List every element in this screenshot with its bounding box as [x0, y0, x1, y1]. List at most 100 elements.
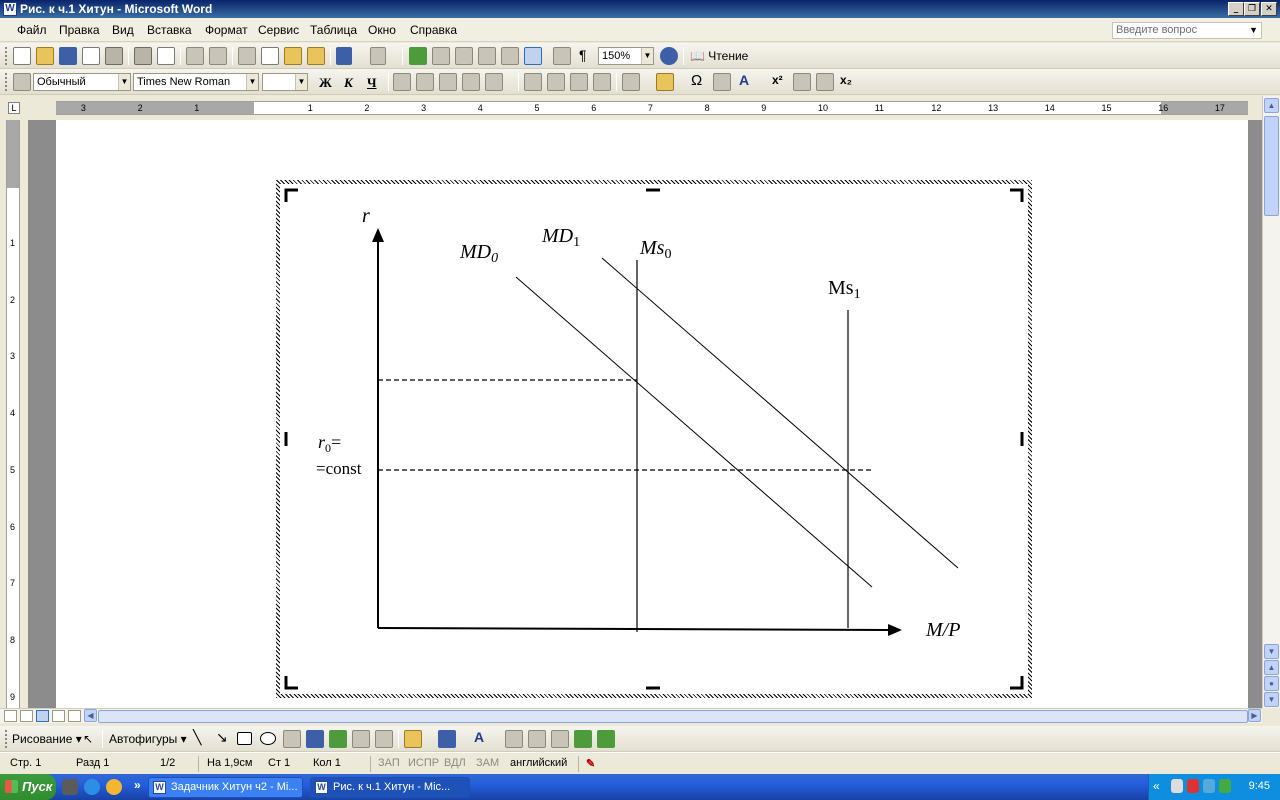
horizontal-scroll-track[interactable] — [98, 710, 1248, 723]
clipart-tool-icon[interactable] — [352, 730, 370, 748]
status-extend[interactable]: ВДЛ — [444, 757, 466, 769]
diagram-tool-icon[interactable] — [329, 730, 347, 748]
desktop-icon[interactable] — [62, 779, 78, 795]
email-icon[interactable] — [105, 47, 123, 65]
network-icon[interactable] — [1203, 779, 1215, 793]
hyperlink-icon[interactable] — [409, 47, 427, 65]
3d-style-icon[interactable] — [597, 730, 615, 748]
previous-page-button[interactable]: ▲ — [1264, 660, 1279, 675]
taskbar-word-document-1[interactable]: W Задачник Хитун ч2 - Mi... — [148, 777, 303, 798]
read-mode-button[interactable]: 📖 Чтение — [690, 49, 748, 63]
show-formatting-icon[interactable]: ¶ — [579, 47, 587, 63]
vertical-scrollbar[interactable]: ▲ ▼ ▲ ● ▼ — [1262, 96, 1280, 708]
document-page[interactable]: r M/P MD0 MD1 Ms0 Ms1 r0= =const — [56, 120, 1248, 708]
font-size-select[interactable]: ▼ — [262, 73, 308, 91]
borders-icon[interactable] — [622, 73, 640, 91]
drawing-menu-button[interactable]: Рисование ▾ — [12, 732, 82, 746]
reading-view-button[interactable] — [68, 710, 81, 722]
drawing-font-color-icon[interactable]: A — [474, 729, 484, 745]
open-folder-icon[interactable] — [36, 47, 54, 65]
bullets-icon[interactable] — [547, 73, 565, 91]
save-icon[interactable] — [59, 47, 77, 65]
distribute-icon[interactable] — [816, 73, 834, 91]
fill-color-icon[interactable] — [404, 730, 422, 748]
toolbar-grip[interactable] — [5, 47, 8, 65]
decrease-indent-icon[interactable] — [570, 73, 588, 91]
menu-tools[interactable]: Сервис — [258, 23, 299, 37]
redo-icon[interactable] — [370, 47, 386, 65]
normal-view-button[interactable] — [4, 710, 17, 722]
drawing-toggle-icon[interactable] — [524, 47, 542, 65]
numbering-icon[interactable] — [524, 73, 542, 91]
menu-edit[interactable]: Правка — [59, 23, 100, 37]
chevron-down-icon[interactable]: ▼ — [118, 74, 130, 90]
menu-table[interactable]: Таблица — [310, 23, 357, 37]
arrow-tool-icon[interactable]: ↘ — [216, 729, 228, 746]
rectangle-tool-icon[interactable] — [237, 732, 252, 745]
shadow-style-icon[interactable] — [574, 730, 592, 748]
research-icon[interactable] — [209, 47, 227, 65]
cut-icon[interactable] — [238, 47, 256, 65]
permission-icon[interactable] — [82, 47, 100, 65]
font-color-icon[interactable]: A — [739, 72, 749, 88]
justify-icon[interactable] — [462, 73, 480, 91]
scroll-right-button[interactable]: ▶ — [1248, 709, 1261, 722]
scroll-left-button[interactable]: ◀ — [84, 709, 97, 722]
chevron-down-icon[interactable]: ▼ — [295, 74, 307, 90]
print-layout-view-button[interactable] — [36, 710, 49, 722]
font-select[interactable]: Times New Roman ▼ — [133, 73, 259, 91]
toolbar-grip[interactable] — [5, 73, 8, 91]
horizontal-scroll-thumb[interactable] — [98, 710, 1248, 723]
stack-icon[interactable] — [793, 73, 811, 91]
volume-icon[interactable] — [1171, 779, 1183, 793]
menu-window[interactable]: Окно — [368, 23, 396, 37]
insert-excel-icon[interactable] — [478, 47, 496, 65]
textbox-tool-icon[interactable] — [283, 730, 301, 748]
toolbar-grip[interactable] — [5, 730, 8, 748]
new-document-icon[interactable] — [13, 47, 31, 65]
oval-tool-icon[interactable] — [260, 732, 276, 745]
autoshapes-menu-button[interactable]: Автофигуры ▾ — [109, 732, 187, 746]
tables-borders-icon[interactable] — [432, 47, 450, 65]
line-spacing-icon[interactable] — [485, 73, 503, 91]
scroll-up-button[interactable]: ▲ — [1264, 98, 1279, 113]
help-icon[interactable] — [660, 47, 678, 65]
close-button[interactable]: ✕ — [1261, 2, 1277, 16]
next-page-button[interactable]: ▼ — [1264, 692, 1279, 707]
antivirus-icon[interactable] — [1187, 779, 1199, 793]
menu-help[interactable]: Справка — [410, 23, 457, 37]
word-app-icon[interactable]: W — [3, 2, 17, 16]
superscript-icon[interactable]: x² — [772, 73, 783, 87]
highlight-icon[interactable] — [656, 73, 674, 91]
paste-icon[interactable] — [284, 47, 302, 65]
picture-tool-icon[interactable] — [375, 730, 393, 748]
print-preview-icon[interactable] — [157, 47, 175, 65]
chevron-right-icon[interactable]: » — [134, 778, 141, 792]
start-button[interactable]: Пуск — [0, 774, 56, 800]
status-record[interactable]: ЗАП — [378, 757, 400, 769]
restore-button[interactable]: ❐ — [1244, 2, 1260, 16]
copy-icon[interactable] — [261, 47, 279, 65]
chevron-left-icon[interactable]: « — [1153, 779, 1160, 793]
increase-indent-icon[interactable] — [593, 73, 611, 91]
status-language[interactable]: английский — [510, 757, 567, 769]
scroll-down-button[interactable]: ▼ — [1264, 644, 1279, 659]
columns-icon[interactable] — [501, 47, 519, 65]
chevron-down-icon[interactable]: ▼ — [246, 74, 258, 90]
insert-table-icon[interactable] — [455, 47, 473, 65]
styles-pane-icon[interactable] — [13, 73, 31, 91]
taskbar-word-document-2[interactable]: W Рис. к ч.1 Хитун - Mic... — [310, 777, 470, 798]
menu-view[interactable]: Вид — [112, 23, 134, 37]
ask-question-box[interactable]: Введите вопрос ▼ — [1112, 22, 1262, 39]
tab-selector[interactable]: L — [8, 102, 20, 114]
symbol-icon[interactable]: Ω — [691, 72, 702, 89]
web-view-button[interactable] — [20, 710, 33, 722]
undo-icon[interactable] — [336, 47, 352, 65]
menu-format[interactable]: Формат — [205, 23, 248, 37]
line-tool-icon[interactable]: ╲ — [193, 729, 201, 746]
browse-object-button[interactable]: ● — [1264, 676, 1279, 691]
wordart-tool-icon[interactable] — [306, 730, 324, 748]
italic-button[interactable]: К — [344, 75, 353, 91]
bold-button[interactable]: Ж — [319, 75, 332, 91]
style-select[interactable]: Обычный ▼ — [33, 73, 131, 91]
